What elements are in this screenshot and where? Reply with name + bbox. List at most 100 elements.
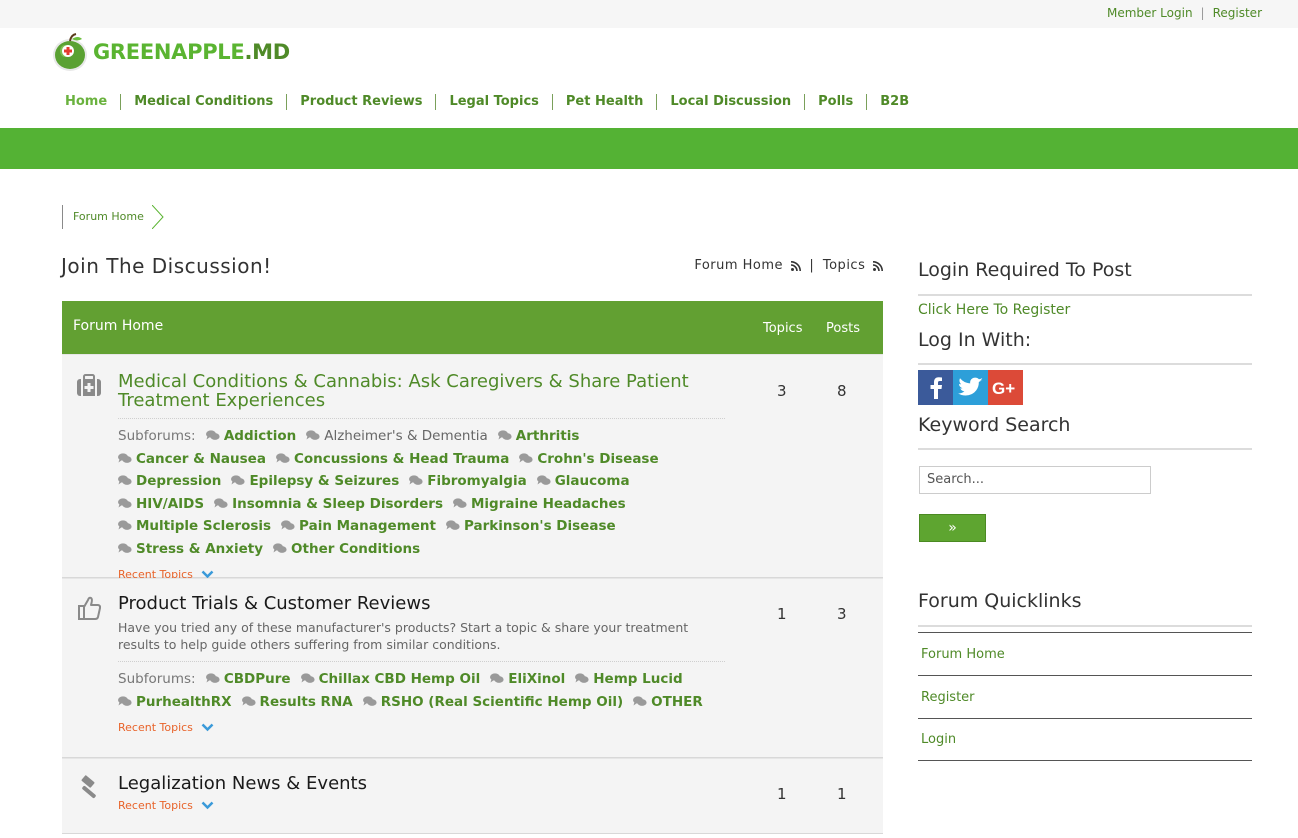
medkit-icon: [77, 374, 101, 396]
search-button[interactable]: »: [919, 514, 986, 542]
divider: [118, 418, 725, 419]
svg-text:G+: G+: [992, 379, 1015, 397]
subforum-link[interactable]: Chillax CBD Hemp Oil: [300, 668, 480, 691]
divider: [918, 625, 1252, 627]
divider: [918, 632, 1252, 633]
apple-cross-icon: [53, 33, 87, 71]
comments-icon: [118, 520, 132, 530]
subforum-link[interactable]: Insomnia & Sleep Disorders: [214, 493, 443, 516]
forum-home-feed-link[interactable]: Forum Home: [694, 258, 783, 273]
subforum-label: Multiple Sclerosis: [136, 518, 272, 534]
nav-polls[interactable]: Polls: [804, 94, 866, 110]
rss-icon[interactable]: [790, 260, 801, 271]
subforum-link[interactable]: CBDPure: [205, 668, 291, 691]
subforum-link[interactable]: Crohn's Disease: [519, 448, 659, 471]
account-links: Member Login | Register: [1107, 6, 1262, 20]
comments-icon: [118, 452, 132, 463]
forum-title-product-trials[interactable]: Product Trials & Customer Reviews: [118, 594, 725, 613]
subforum-link[interactable]: EliXinol: [490, 668, 565, 691]
subforum-link[interactable]: Parkinson's Disease: [446, 515, 616, 538]
recent-topics-toggle[interactable]: Recent Topics: [118, 799, 725, 812]
top-bar: Member Login | Register: [0, 0, 1298, 28]
search-input[interactable]: Search...: [919, 466, 1151, 494]
nav-legal-topics[interactable]: Legal Topics: [435, 94, 551, 110]
subforum-link[interactable]: OTHER: [633, 691, 703, 714]
forum-title-legalization[interactable]: Legalization News & Events: [118, 774, 725, 793]
subforum-link[interactable]: Pain Management: [281, 515, 436, 538]
divider: [918, 675, 1252, 676]
divider: [918, 363, 1252, 365]
comments-icon: [446, 520, 460, 530]
quicklink-login[interactable]: Login: [921, 732, 956, 747]
subforum-link[interactable]: Cancer & Nausea: [118, 448, 266, 471]
subforum-link[interactable]: Epilepsy & Seizures: [231, 470, 399, 493]
comments-icon: [497, 430, 512, 440]
comments-icon: [281, 520, 295, 530]
subforum-label: Results RNA: [259, 693, 353, 710]
subforum-link[interactable]: Multiple Sclerosis: [118, 515, 271, 538]
facebook-icon[interactable]: [918, 370, 953, 405]
subforum-link[interactable]: RSHO (Real Scientific Hemp Oil): [362, 691, 623, 714]
nav-home[interactable]: Home: [52, 94, 120, 110]
subforum-link[interactable]: HIV/AIDS: [118, 493, 204, 516]
subforum-link[interactable]: Glaucoma: [536, 470, 630, 493]
post-count: 3: [837, 605, 847, 623]
twitter-icon[interactable]: [953, 370, 988, 405]
subforum-link[interactable]: Migraine Headaches: [452, 493, 626, 516]
subforum-link[interactable]: Addiction: [205, 425, 297, 448]
subforum-label: Alzheimer's & Dementia: [324, 428, 488, 444]
quicklink-forum-home[interactable]: Forum Home: [921, 647, 1005, 662]
divider: [918, 718, 1252, 719]
social-login: G+: [918, 370, 1023, 405]
register-link[interactable]: Register: [1213, 6, 1262, 20]
rss-icon[interactable]: [873, 260, 883, 271]
comments-icon: [275, 452, 290, 463]
divider: [118, 661, 725, 662]
gavel-icon: [81, 775, 96, 799]
subforum-label: Pain Management: [299, 518, 436, 534]
login-with-heading: Log In With:: [918, 329, 1032, 351]
subforum-label: Concussions & Head Trauma: [293, 450, 510, 467]
subforum-list: Subforums: CBDPure Chillax CBD Hemp Oil El…: [118, 668, 725, 713]
subforum-label: Other Conditions: [291, 540, 421, 557]
subforum-link[interactable]: Other Conditions: [273, 538, 420, 561]
subforum-link[interactable]: Alzheimer's & Dementia: [306, 425, 488, 448]
recent-topics-label: Recent Topics: [118, 721, 193, 734]
nav-product-reviews[interactable]: Product Reviews: [286, 94, 435, 110]
header-forum-home: Forum Home: [73, 318, 164, 334]
subforum-link[interactable]: Stress & Anxiety: [118, 538, 263, 561]
subforum-link[interactable]: Fibromyalgia: [409, 470, 527, 493]
subforum-label: Crohn's Disease: [537, 450, 659, 467]
subforum-link[interactable]: Results RNA: [241, 691, 353, 714]
nav-pet-health[interactable]: Pet Health: [551, 94, 656, 110]
nav-medical-conditions[interactable]: Medical Conditions: [120, 94, 286, 110]
comments-icon: [300, 673, 315, 683]
quicklink-register[interactable]: Register: [921, 690, 975, 705]
register-link[interactable]: Click Here To Register: [918, 302, 1070, 318]
nav-b2b[interactable]: B2B: [866, 94, 922, 110]
recent-topics-toggle[interactable]: Recent Topics: [118, 721, 725, 734]
comments-icon: [409, 475, 423, 485]
comments-icon: [452, 497, 467, 508]
subforum-label: Addiction: [223, 428, 297, 444]
site-logo[interactable]: GREENAPPLE.MD: [51, 32, 290, 72]
subforum-label: Migraine Headaches: [470, 495, 626, 512]
subforum-link[interactable]: Concussions & Head Trauma: [275, 448, 510, 471]
topics-feed-link[interactable]: Topics: [823, 258, 865, 273]
subforum-label: CBDPure: [223, 671, 291, 687]
comments-icon: [205, 673, 220, 683]
nav-local-discussion[interactable]: Local Discussion: [656, 94, 804, 110]
subforum-link[interactable]: Depression: [118, 470, 221, 493]
subforum-link[interactable]: PurhealthRX: [118, 691, 232, 714]
comments-icon: [241, 695, 256, 706]
comments-icon: [118, 695, 132, 706]
forum-title-medical-conditions[interactable]: Medical Conditions & Cannabis: Ask Careg…: [118, 372, 725, 410]
topic-count: 1: [777, 785, 787, 803]
google-plus-icon[interactable]: G+: [988, 370, 1023, 405]
comments-icon: [490, 673, 504, 683]
breadcrumb-forum-home[interactable]: Forum Home: [62, 205, 152, 229]
subforum-label: Parkinson's Disease: [464, 518, 616, 534]
subforum-link[interactable]: Hemp Lucid: [575, 668, 683, 691]
member-login-link[interactable]: Member Login: [1107, 6, 1193, 20]
subforum-link[interactable]: Arthritis: [497, 425, 579, 448]
